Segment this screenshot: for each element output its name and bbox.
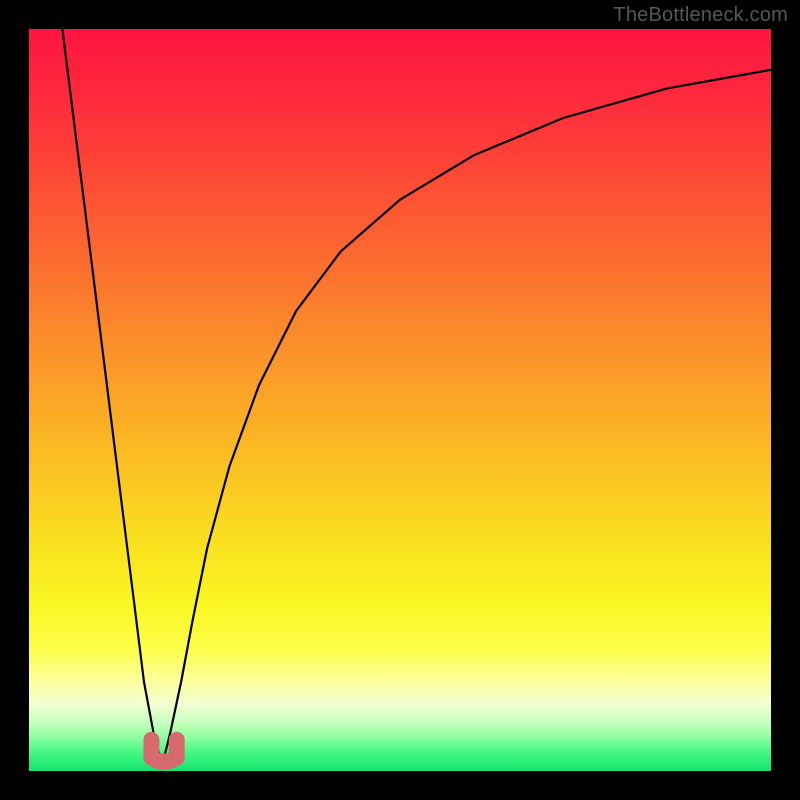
plot-area xyxy=(29,29,771,771)
outer-frame: TheBottleneck.com xyxy=(0,0,800,800)
watermark-text: TheBottleneck.com xyxy=(613,4,788,27)
bottleneck-curve xyxy=(62,29,771,764)
minimum-marker xyxy=(151,740,176,762)
curve-layer xyxy=(29,29,771,771)
